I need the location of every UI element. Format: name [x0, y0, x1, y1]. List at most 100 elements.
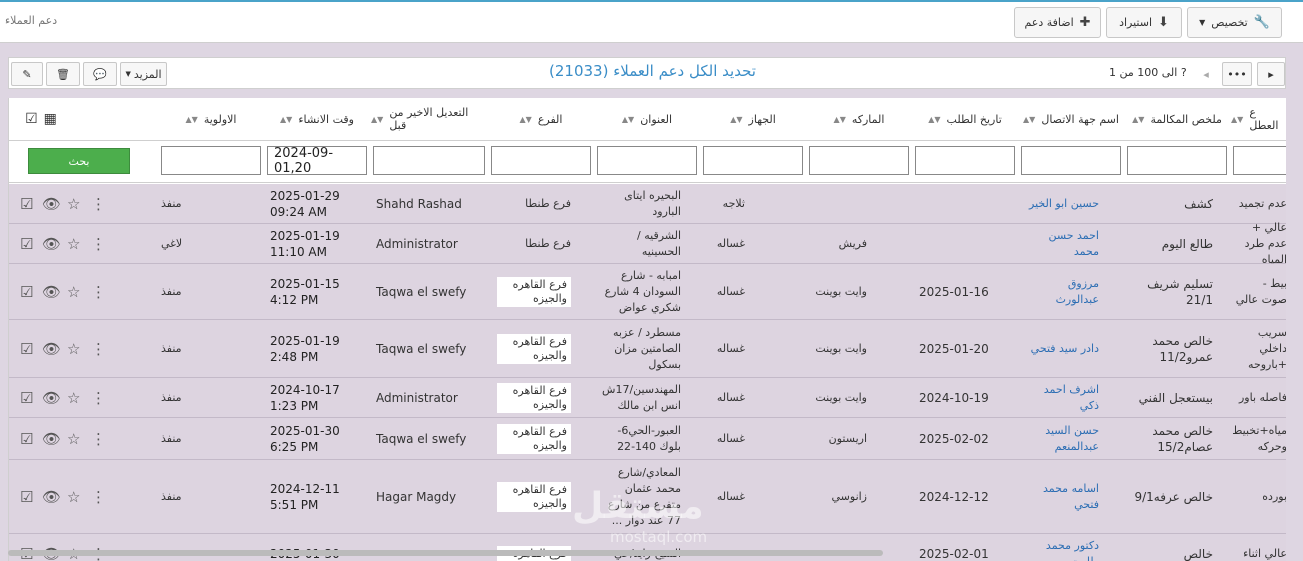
request-date-cell: [919, 224, 1009, 263]
row-checkbox-icon[interactable]: ☑: [20, 264, 33, 319]
eye-icon[interactable]: 👁: [42, 534, 61, 561]
star-icon[interactable]: ☆: [67, 378, 80, 417]
import-button[interactable]: استيراد ⬇: [1106, 7, 1182, 38]
row-checkbox-icon[interactable]: ☑: [20, 418, 33, 459]
column-created[interactable]: ▲▼ وقت الانشاء: [265, 98, 369, 140]
table-row[interactable]: ☑ 👁 ☆ ⋮ لاغي 2025-01-19 11:10 AM Administrator ف…: [9, 221, 1286, 266]
contact-link[interactable]: دادر سيد فتحي: [1023, 320, 1099, 377]
row-menu-icon[interactable]: ⋮: [91, 418, 106, 459]
contact-link[interactable]: احمد حسن محمد: [1023, 224, 1099, 263]
modified-by-cell: Taqwa el swefy: [376, 341, 467, 356]
row-checkbox-icon[interactable]: ☑: [20, 378, 33, 417]
column-modified-by[interactable]: ▲▼ التعديل الاخير من قبل: [371, 98, 485, 140]
contact-link[interactable]: اشرف احمد ذكي: [1023, 378, 1099, 417]
star-icon[interactable]: ☆: [67, 320, 80, 377]
filter-fault-input[interactable]: [1233, 146, 1286, 175]
add-support-button[interactable]: اضافة دعم ✚: [1014, 7, 1101, 38]
trash-icon: 🗑: [56, 67, 70, 81]
eye-icon[interactable]: 👁: [42, 460, 61, 533]
star-icon[interactable]: ☆: [67, 264, 80, 319]
filter-branch-input[interactable]: [491, 146, 591, 175]
more-dropdown[interactable]: ▼ المزيد: [120, 62, 167, 86]
grid-layout-icon[interactable]: ▦: [44, 111, 57, 127]
star-icon[interactable]: ☆: [67, 224, 80, 263]
row-menu-icon[interactable]: ⋮: [91, 264, 106, 319]
eye-icon[interactable]: 👁: [42, 378, 61, 417]
device-cell: غساله: [716, 391, 745, 404]
select-all-checkbox-icon[interactable]: ☑: [25, 111, 38, 127]
priority-cell: منفذ: [161, 391, 182, 404]
table-row[interactable]: ☑ 👁 ☆ ⋮ منفذ 2024-10-17 1:23 PM Administrator فر…: [9, 378, 1286, 418]
column-device[interactable]: ▲▼ الجهاز: [701, 98, 805, 140]
column-address[interactable]: ▲▼ العنوان: [595, 98, 699, 140]
row-checkbox-icon[interactable]: ☑: [20, 534, 33, 561]
next-page-button[interactable]: ▸: [1257, 62, 1285, 86]
filter-summary-input[interactable]: [1127, 146, 1227, 175]
filter-brand-input[interactable]: [809, 146, 909, 175]
row-menu-icon[interactable]: ⋮: [91, 378, 106, 417]
watermark-url: mostaql.com: [610, 528, 708, 546]
search-button[interactable]: بحث: [28, 148, 130, 174]
row-menu-icon[interactable]: ⋮: [91, 184, 106, 223]
delete-button[interactable]: 🗑: [46, 62, 80, 86]
contact-link[interactable]: حسين ابو الخير: [1023, 184, 1099, 223]
filter-modified-by-input[interactable]: [373, 146, 485, 175]
device-cell: غساله: [716, 490, 745, 503]
star-icon[interactable]: ☆: [67, 460, 80, 533]
row-checkbox-icon[interactable]: ☑: [20, 460, 33, 533]
filter-priority-input[interactable]: [161, 146, 261, 175]
customize-button[interactable]: ▼ تخصيص 🔧: [1187, 7, 1282, 38]
table-row[interactable]: ☑ 👁 ☆ ⋮ منفذ 2025-01-15 4:12 PM Taqwa el swefy ف…: [9, 264, 1286, 320]
eye-icon[interactable]: 👁: [42, 264, 61, 319]
star-icon[interactable]: ☆: [67, 534, 80, 561]
eye-icon[interactable]: 👁: [42, 224, 61, 263]
column-brand-label: الماركه: [851, 112, 885, 126]
star-icon[interactable]: ☆: [67, 418, 80, 459]
horizontal-scrollbar[interactable]: [8, 550, 883, 556]
column-priority[interactable]: ▲▼ الاولوية: [159, 98, 263, 140]
chevron-right-icon: ▸: [1268, 67, 1274, 81]
table-row[interactable]: ☑ 👁 ☆ ⋮ منفذ 2025-01-19 2:48 PM Taqwa el swefy ف…: [9, 320, 1286, 378]
row-menu-icon[interactable]: ⋮: [91, 460, 106, 533]
column-summary[interactable]: ▲▼ ملخص المكالمة: [1125, 98, 1229, 140]
row-checkbox-icon[interactable]: ☑: [20, 184, 33, 223]
prev-page-button[interactable]: ◂: [1197, 62, 1215, 86]
contact-link[interactable]: مرزوق عبدالورث: [1023, 264, 1099, 319]
select-all-title[interactable]: تحديد الكل دعم العملاء (21033): [549, 62, 756, 80]
page-options-button[interactable]: •••: [1222, 62, 1252, 86]
contact-link[interactable]: اسامه محمد فتحي: [1023, 460, 1099, 533]
contact-link[interactable]: حسن السيد عبدالمنعم: [1023, 418, 1099, 459]
eye-icon[interactable]: 👁: [42, 418, 61, 459]
contact-link[interactable]: دكتور محمد طلعت: [1023, 534, 1099, 561]
eye-icon[interactable]: 👁: [42, 184, 61, 223]
column-contact[interactable]: ▲▼ اسم جهة الاتصال: [1019, 98, 1123, 140]
column-branch[interactable]: ▲▼ الفرع: [489, 98, 593, 140]
row-menu-icon[interactable]: ⋮: [91, 320, 106, 377]
filter-device-input[interactable]: [703, 146, 803, 175]
add-support-label: اضافة دعم: [1024, 16, 1074, 29]
filter-request-date-input[interactable]: [915, 146, 1015, 175]
created-date: 2025-01-19: [270, 333, 340, 348]
branch-cell: فرع القاهره: [495, 534, 571, 561]
comment-button[interactable]: 💬: [83, 62, 117, 86]
star-icon[interactable]: ☆: [67, 184, 80, 223]
branch-cell: فرع القاهره والجيزه: [495, 320, 571, 377]
column-request-date[interactable]: ▲▼ تاريخ الطلب: [913, 98, 1017, 140]
eye-icon[interactable]: 👁: [42, 320, 61, 377]
column-fault[interactable]: ▲▼ ع العطل: [1231, 98, 1286, 140]
row-checkbox-icon[interactable]: ☑: [20, 224, 33, 263]
row-menu-icon[interactable]: ⋮: [91, 534, 106, 561]
column-brand[interactable]: ▲▼ الماركه: [807, 98, 911, 140]
filter-created-input[interactable]: 2024-09-01,20: [267, 146, 367, 176]
branch-text: فرع القاهره والجيزه: [497, 276, 571, 307]
priority-cell: منفذ: [161, 285, 182, 298]
table-row[interactable]: ☑ 👁 ☆ ⋮ منفذ 2025-01-30 6:25 PM Taqwa el swefy ف…: [9, 418, 1286, 460]
filter-contact-input[interactable]: [1021, 146, 1121, 175]
row-menu-icon[interactable]: ⋮: [91, 224, 106, 263]
edit-button[interactable]: ✎: [11, 62, 43, 86]
column-branch-label: الفرع: [537, 112, 563, 126]
row-checkbox-icon[interactable]: ☑: [20, 320, 33, 377]
table-row[interactable]: ☑ 👁 ☆ ⋮ منفذ 2025-01-29 09:24 AM Shahd Rashad فر…: [9, 184, 1286, 224]
filter-address-input[interactable]: [597, 146, 697, 175]
brand-cell: فريش: [838, 237, 867, 250]
